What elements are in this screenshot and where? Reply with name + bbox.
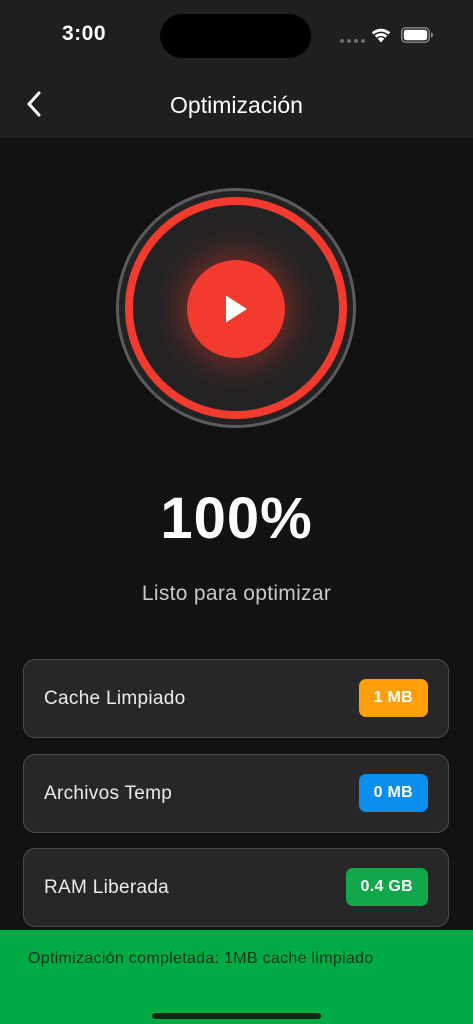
- status-time: 3:00: [62, 22, 107, 45]
- nav-bar: Optimización: [0, 70, 473, 138]
- stat-badge: 1 MB: [358, 679, 428, 717]
- stat-card-cache: Cache Limpiado 1 MB: [23, 659, 449, 738]
- wifi-icon: [371, 28, 391, 43]
- stat-badge: 0.4 GB: [345, 868, 428, 906]
- page-title: Optimización: [170, 92, 303, 118]
- stat-card-ram: RAM Liberada 0.4 GB: [23, 848, 449, 927]
- toast-snackbar: Optimización completada: 1MB cache limpi…: [0, 930, 473, 1024]
- stat-label: Archivos Temp: [44, 783, 173, 804]
- play-button[interactable]: [187, 260, 285, 358]
- back-button[interactable]: [16, 84, 52, 124]
- progress-percent: 100%: [160, 486, 313, 551]
- stat-card-temp-files: Archivos Temp 0 MB: [23, 754, 449, 833]
- play-icon: [226, 295, 247, 323]
- stat-label: Cache Limpiado: [44, 688, 186, 709]
- home-indicator[interactable]: [152, 1013, 321, 1019]
- stat-badge: 0 MB: [358, 774, 428, 812]
- chevron-left-icon: [27, 91, 41, 117]
- status-bar: 3:00: [0, 0, 473, 70]
- dynamic-island: [160, 14, 311, 58]
- stat-label: RAM Liberada: [44, 877, 170, 898]
- progress-status: Listo para optimizar: [141, 582, 332, 605]
- battery-icon: [401, 27, 433, 43]
- cellular-signal-icon: [340, 39, 365, 43]
- toast-message: Optimización completada: 1MB cache limpi…: [28, 950, 374, 967]
